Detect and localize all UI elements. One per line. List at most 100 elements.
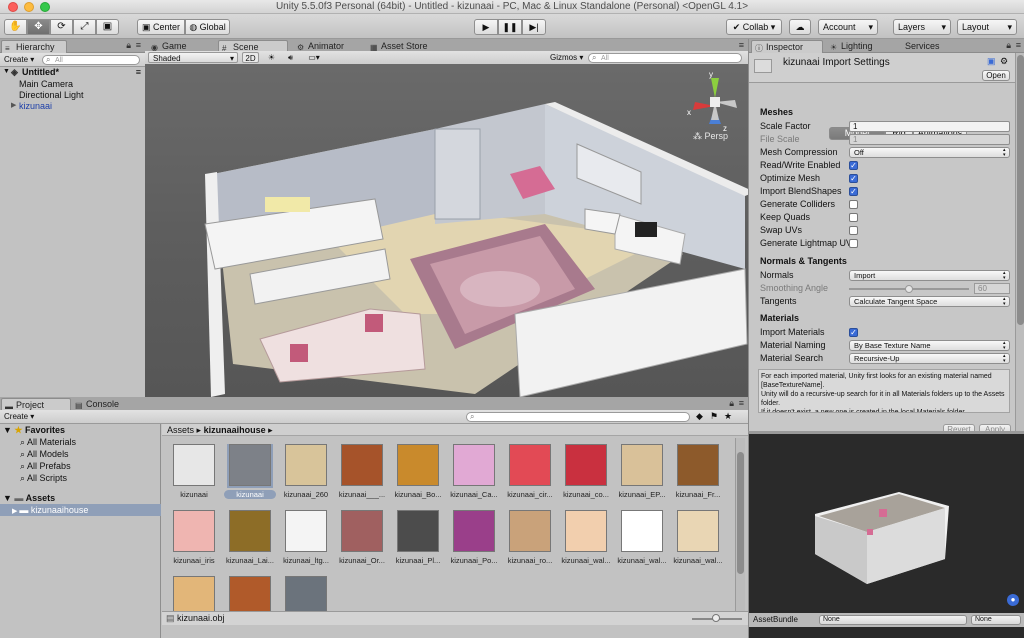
scrollbar-thumb[interactable] <box>1017 55 1024 325</box>
setting-dropdown[interactable]: Recursive-Up <box>849 353 1010 364</box>
lock-icon[interactable]: 🔒︎ <box>729 398 734 409</box>
pivot-global-button[interactable]: ◍ Global <box>185 19 230 35</box>
breadcrumb-item[interactable]: kizunaaihouse <box>204 425 266 435</box>
assetbundle-dropdown[interactable]: None <box>819 615 967 625</box>
asset-item[interactable]: kizunaai_Pl... <box>392 510 444 582</box>
perspective-label[interactable]: ⁂ Persp <box>693 131 728 142</box>
number-field[interactable]: 1 <box>849 121 1010 132</box>
asset-item[interactable]: kizunaai_Fr... <box>672 444 724 516</box>
collab-button[interactable]: ✔ Collab ▾ <box>726 19 782 35</box>
asset-item[interactable]: kizunaai_wal... <box>672 510 724 582</box>
favorite-star-icon[interactable]: ★ <box>724 411 732 422</box>
tab-inspector[interactable]: ⓘ Inspector <box>751 40 823 53</box>
scene-root-row[interactable]: ▼ ◈ Untitled* ≡ <box>0 66 145 78</box>
thumbnail-size-slider[interactable] <box>692 614 742 622</box>
checkbox-checked[interactable]: ✓ <box>849 328 858 337</box>
asset-item[interactable]: kizunaai_Ca... <box>448 444 500 516</box>
move-tool-icon[interactable]: ✥ <box>27 19 50 35</box>
preview-badge-icon[interactable]: ● <box>1007 594 1019 606</box>
asset-item[interactable]: kizunaai_Or... <box>336 510 388 582</box>
asset-item[interactable]: kizunaai_ro... <box>504 510 556 582</box>
asset-item[interactable] <box>168 576 220 612</box>
asset-item[interactable] <box>224 576 276 612</box>
asset-item[interactable]: kizunaai_Po... <box>448 510 500 582</box>
assets-node[interactable]: ▼ ▬ Assets <box>3 492 55 504</box>
mode-2d-toggle[interactable]: 2D <box>242 52 259 63</box>
hierarchy-search-input[interactable]: All <box>42 55 140 65</box>
expand-arrow-icon[interactable]: ▶ <box>11 100 16 112</box>
minimize-window-button[interactable] <box>24 2 34 12</box>
asset-item[interactable]: kizunaai_co... <box>560 444 612 516</box>
cloud-button[interactable]: ☁ <box>789 19 811 35</box>
assets-child-folder[interactable]: ▶ ▬ kizunaaihouse <box>0 504 161 516</box>
checkbox[interactable] <box>849 239 858 248</box>
panel-menu-icon[interactable]: ≡ <box>1016 40 1021 50</box>
tab-lighting[interactable]: ☀ Lighting <box>827 40 897 53</box>
open-button[interactable]: Open <box>982 70 1010 81</box>
help-book-icon[interactable]: ▣ <box>987 56 996 67</box>
pivot-center-button[interactable]: ▣ Center <box>137 19 185 35</box>
inspector-scrollbar[interactable] <box>1015 53 1024 431</box>
slider-knob[interactable] <box>712 614 720 622</box>
play-button[interactable]: ▶ <box>474 19 498 35</box>
favorite-item[interactable]: ⌕ All Models <box>20 448 69 460</box>
scene-menu-icon[interactable]: ≡ <box>136 66 141 78</box>
step-button[interactable]: ▶| <box>522 19 546 35</box>
checkbox[interactable] <box>849 213 858 222</box>
setting-dropdown[interactable]: By Base Texture Name <box>849 340 1010 351</box>
preview-panel[interactable]: ● AssetBundle None None <box>748 431 1024 638</box>
asset-item[interactable] <box>280 576 332 612</box>
panel-menu-icon[interactable]: ≡ <box>739 40 744 50</box>
checkbox-checked[interactable]: ✓ <box>849 161 858 170</box>
tab-hierarchy[interactable]: ≡ Hierarchy <box>1 40 67 53</box>
hierarchy-item[interactable]: ▶ kizunaai <box>0 100 145 112</box>
gizmos-dropdown[interactable]: Gizmos ▾ <box>550 52 583 63</box>
setting-dropdown[interactable]: Import <box>849 270 1010 281</box>
filter-type-icon[interactable]: ◆ <box>696 411 703 422</box>
layout-dropdown[interactable]: Layout ▾ <box>957 19 1017 35</box>
rect-tool-icon[interactable]: ▣ <box>96 19 119 35</box>
create-dropdown[interactable]: Create ▾ <box>4 411 34 422</box>
create-dropdown[interactable]: Create ▾ <box>4 54 34 65</box>
favorite-item[interactable]: ⌕ All Prefabs <box>20 460 71 472</box>
shading-mode-dropdown[interactable]: Shaded ▾ <box>148 52 238 63</box>
asset-item[interactable]: kizunaai_wal... <box>616 510 668 582</box>
expand-arrow-icon[interactable]: ▼ <box>3 66 10 78</box>
asset-item[interactable]: kizunaai___... <box>336 444 388 516</box>
hand-tool-icon[interactable]: ✋ <box>4 19 27 35</box>
asset-item[interactable]: kizunaai_wal... <box>560 510 612 582</box>
close-window-button[interactable] <box>8 2 18 12</box>
scene-lighting-toggle-icon[interactable]: ☀ <box>264 52 279 63</box>
asset-item[interactable]: kizunaai_cir... <box>504 444 556 516</box>
asset-item[interactable]: kizunaai_Bo... <box>392 444 444 516</box>
zoom-window-button[interactable] <box>40 2 50 12</box>
checkbox[interactable] <box>849 200 858 209</box>
setting-dropdown[interactable]: Calculate Tangent Space <box>849 296 1010 307</box>
asset-item[interactable]: kizunaai_Lai... <box>224 510 276 582</box>
checkbox-checked[interactable]: ✓ <box>849 174 858 183</box>
lock-icon[interactable]: 🔒︎ <box>1006 40 1011 51</box>
asset-item[interactable]: kizunaai <box>168 444 220 516</box>
pause-button[interactable]: ❚❚ <box>498 19 522 35</box>
favorites-node[interactable]: ▼ ★ Favorites <box>3 424 65 436</box>
favorite-item[interactable]: ⌕ All Scripts <box>20 472 67 484</box>
settings-gear-icon[interactable]: ⚙ <box>1000 56 1008 67</box>
breadcrumb-item[interactable]: Assets <box>167 425 194 435</box>
assetbundle-variant-dropdown[interactable]: None <box>971 615 1021 625</box>
tab-services[interactable]: Services <box>891 40 961 53</box>
scene-search-input[interactable]: All <box>588 53 742 63</box>
lock-icon[interactable]: 🔒︎ <box>126 40 131 51</box>
scale-tool-icon[interactable]: ⤢ <box>73 19 96 35</box>
scene-viewport[interactable]: y x z ⁂ Persp <box>145 64 748 397</box>
asset-item[interactable]: kizunaai_EP... <box>616 444 668 516</box>
project-search-input[interactable] <box>466 412 690 422</box>
favorite-item[interactable]: ⌕ All Materials <box>20 436 76 448</box>
scrollbar-thumb[interactable] <box>737 452 744 574</box>
asset-item[interactable]: kizunaai_260 <box>280 444 332 516</box>
rotate-tool-icon[interactable]: ⟳ <box>50 19 73 35</box>
panel-menu-icon[interactable]: ≡ <box>136 40 141 50</box>
scene-effects-dropdown-icon[interactable]: ▭▾ <box>303 52 325 63</box>
asset-item[interactable]: kizunaai_ltg... <box>280 510 332 582</box>
filter-label-icon[interactable]: ⚑ <box>710 411 718 422</box>
setting-dropdown[interactable]: Off <box>849 147 1010 158</box>
